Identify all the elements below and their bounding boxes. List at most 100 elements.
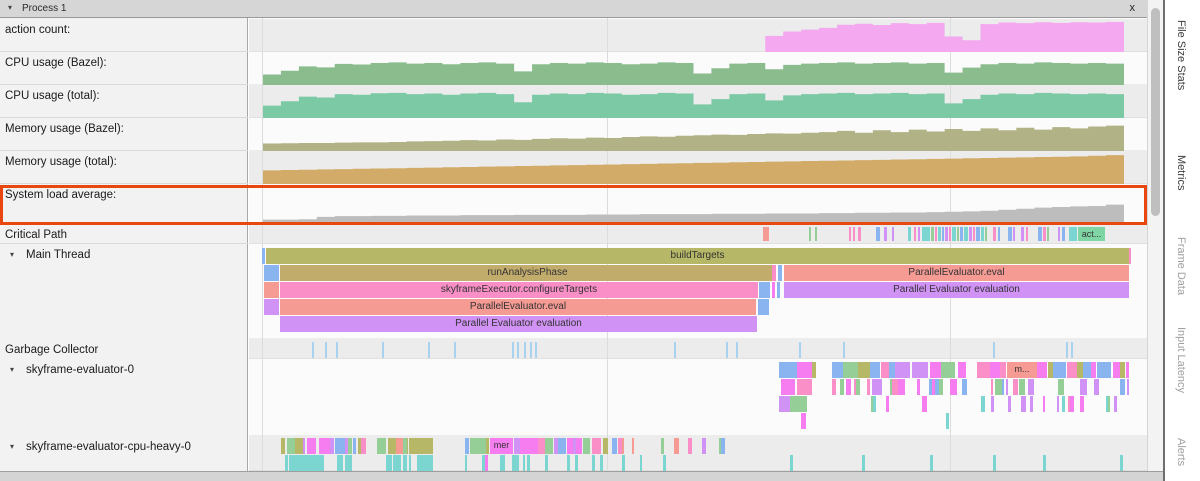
horizontal-scrollbar[interactable]: [0, 471, 1163, 481]
collapse-triangle-icon[interactable]: ▾: [10, 250, 14, 259]
trace-slice[interactable]: [309, 455, 318, 471]
trace-slice[interactable]: [632, 438, 634, 454]
trace-slice[interactable]: [942, 227, 944, 241]
trace-slice[interactable]: [674, 438, 679, 454]
trace-slice[interactable]: [935, 227, 937, 241]
trace-slice[interactable]: [977, 362, 984, 378]
trace-slice[interactable]: [858, 227, 861, 241]
trace-slice[interactable]: [592, 438, 601, 454]
trace-slice[interactable]: [898, 379, 905, 395]
trace-slice[interactable]: [993, 455, 996, 471]
trace-slice[interactable]: [622, 455, 625, 471]
trace-slice[interactable]: [832, 362, 843, 378]
trace-slice[interactable]: [790, 455, 793, 471]
counter-chart-system-load-average[interactable]: [263, 190, 1124, 224]
trace-slice[interactable]: [884, 227, 887, 241]
trace-slice-parallel-evaluator-evaluation[interactable]: Parallel Evaluator evaluation: [280, 316, 757, 332]
trace-slice[interactable]: [465, 438, 469, 454]
trace-slice[interactable]: [922, 396, 927, 412]
trace-slice[interactable]: [470, 438, 486, 454]
trace-slice[interactable]: [799, 342, 801, 358]
trace-slice[interactable]: [946, 413, 949, 429]
counter-chart-cpu-usage-bazel[interactable]: [263, 54, 1124, 85]
trace-slice[interactable]: [1021, 227, 1024, 241]
trace-slice[interactable]: [1127, 379, 1129, 395]
trace-slice[interactable]: [1080, 379, 1087, 395]
trace-slice[interactable]: [337, 455, 343, 471]
trace-slice[interactable]: [797, 379, 812, 395]
counter-chart-memory-usage-total[interactable]: [263, 153, 1124, 184]
trace-slice[interactable]: [950, 379, 957, 395]
trace-slice[interactable]: [779, 396, 790, 412]
trace-slice[interactable]: [870, 362, 880, 378]
trace-slice[interactable]: [958, 362, 966, 378]
trace-slice[interactable]: [545, 438, 553, 454]
trace-slice[interactable]: [1129, 248, 1131, 264]
trace-slice[interactable]: [964, 227, 968, 241]
trace-slice[interactable]: [1058, 227, 1060, 241]
trace-slice[interactable]: [843, 342, 845, 358]
trace-slice[interactable]: [336, 342, 338, 358]
trace-slice[interactable]: [545, 455, 548, 471]
trace-slice[interactable]: [862, 455, 865, 471]
trace-slice[interactable]: [952, 227, 956, 241]
trace-slice[interactable]: [840, 379, 844, 395]
trace-slice[interactable]: [790, 396, 807, 412]
trace-slice[interactable]: [960, 227, 963, 241]
trace-slice[interactable]: [1006, 379, 1008, 395]
trace-slice[interactable]: [856, 379, 860, 395]
trace-slice[interactable]: [1043, 227, 1046, 241]
trace-slice[interactable]: [858, 362, 870, 378]
trace-slice[interactable]: [407, 438, 408, 454]
trace-slice-act[interactable]: act...: [1078, 227, 1105, 241]
trace-slice[interactable]: [403, 455, 407, 471]
trace-slice[interactable]: [303, 438, 305, 454]
trace-slice[interactable]: [969, 227, 972, 241]
trace-slice[interactable]: [914, 227, 916, 241]
trace-slice-mer[interactable]: mer: [490, 438, 513, 454]
trace-slice[interactable]: [575, 455, 578, 471]
trace-slice[interactable]: [846, 379, 851, 395]
trace-slice[interactable]: [886, 396, 889, 412]
trace-slice[interactable]: [465, 455, 467, 471]
trace-slice[interactable]: [892, 227, 894, 241]
trace-slice-buildtargets[interactable]: buildTargets: [266, 248, 1129, 264]
trace-slice[interactable]: [281, 438, 285, 454]
tab-input-latency[interactable]: Input Latency: [1175, 327, 1187, 393]
trace-slice[interactable]: [377, 438, 386, 454]
trace-slice[interactable]: [930, 455, 933, 471]
trace-slice[interactable]: [393, 455, 401, 471]
trace-slice[interactable]: [1094, 379, 1099, 395]
collapse-triangle-icon[interactable]: ▾: [8, 3, 12, 12]
trace-slice[interactable]: [640, 455, 642, 471]
trace-slice[interactable]: [348, 438, 352, 454]
trace-slice[interactable]: [1080, 396, 1084, 412]
trace-slice[interactable]: [514, 455, 519, 471]
trace-slice[interactable]: [307, 438, 316, 454]
trace-slice[interactable]: [674, 342, 676, 358]
vertical-scrollbar-thumb[interactable]: [1151, 8, 1160, 216]
trace-slice[interactable]: [1013, 227, 1015, 241]
trace-slice[interactable]: [772, 282, 775, 298]
trace-slice[interactable]: [990, 362, 1000, 378]
trace-slice[interactable]: [1057, 396, 1059, 412]
trace-slice[interactable]: [1114, 396, 1117, 412]
trace-slice[interactable]: [486, 438, 489, 454]
trace-slice[interactable]: [485, 455, 488, 471]
trace-slice[interactable]: [1120, 362, 1125, 378]
trace-slice[interactable]: [319, 438, 327, 454]
trace-slice[interactable]: [285, 455, 288, 471]
trace-slice[interactable]: [312, 342, 314, 358]
trace-slice-parallelevaluator-eval[interactable]: ParallelEvaluator.eval: [784, 265, 1129, 281]
trace-slice[interactable]: [612, 438, 617, 454]
tab-frame-data[interactable]: Frame Data: [1175, 237, 1187, 295]
trace-slice[interactable]: [876, 227, 880, 241]
trace-slice[interactable]: [538, 438, 545, 454]
trace-slice[interactable]: [1091, 362, 1096, 378]
trace-slice[interactable]: [1097, 362, 1111, 378]
trace-slice[interactable]: [293, 455, 302, 471]
trace-slice[interactable]: [431, 455, 433, 471]
trace-slice[interactable]: [938, 227, 941, 241]
trace-slice[interactable]: [325, 342, 327, 358]
trace-slice[interactable]: [1008, 396, 1011, 412]
